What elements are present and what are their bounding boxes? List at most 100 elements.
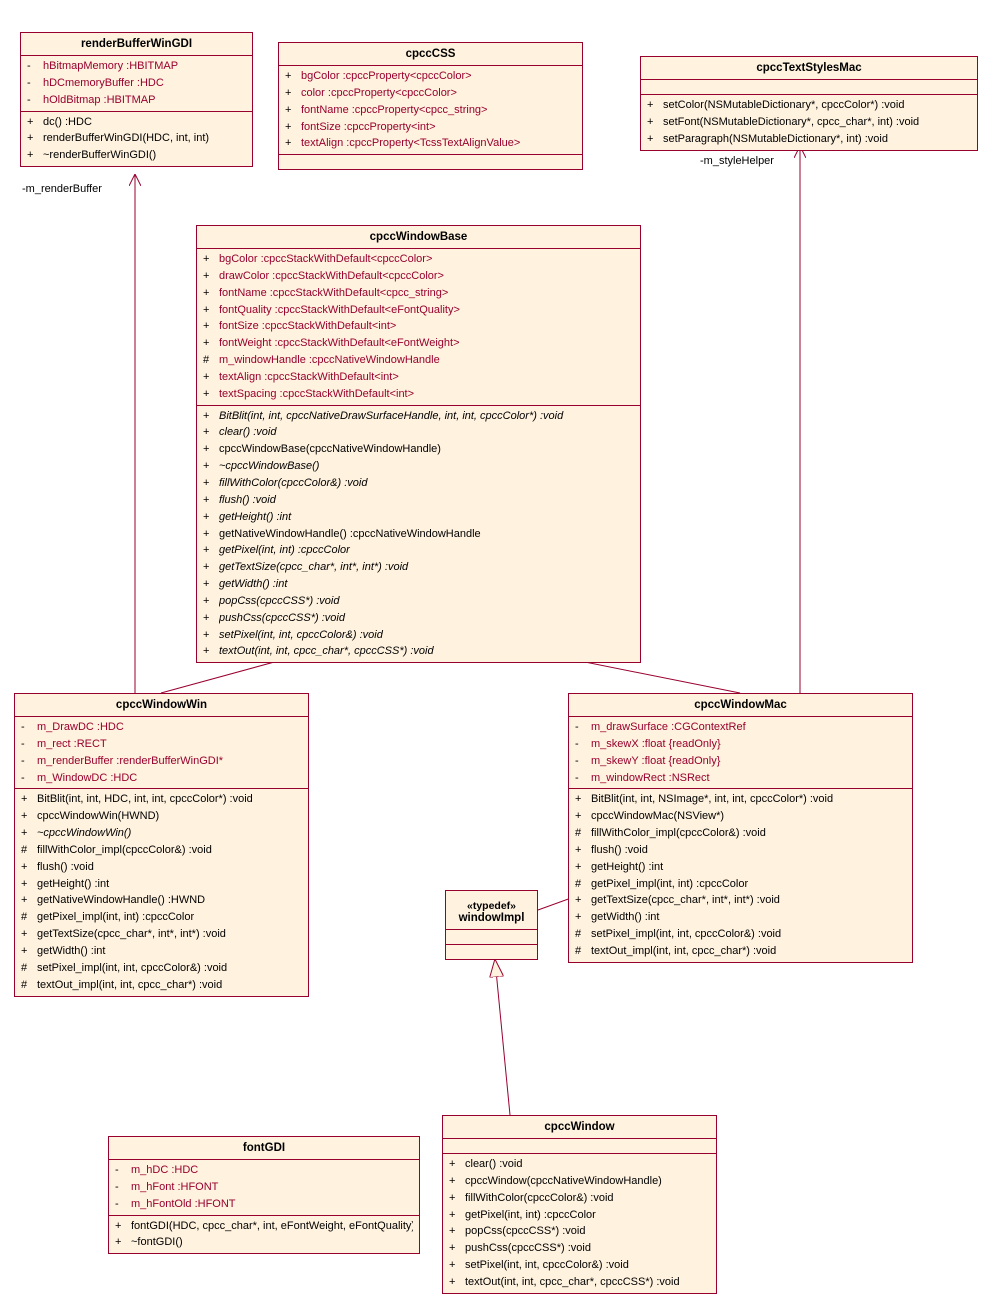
visibility: +	[449, 1191, 465, 1206]
attr-row: -m_windowRect :NSRect	[569, 770, 912, 787]
attr-section: -m_drawSurface :CGContextRef-m_skewX :fl…	[569, 717, 912, 789]
visibility: #	[21, 961, 37, 976]
signature: m_skewY :float {readOnly}	[591, 754, 906, 769]
visibility: -	[21, 754, 37, 769]
visibility: +	[575, 910, 591, 925]
signature: BitBlit(int, int, HDC, int, int, cpccCol…	[37, 792, 302, 807]
attr-row: -m_DrawDC :HDC	[15, 719, 308, 736]
signature: ~cpccWindowWin()	[37, 826, 302, 841]
signature: m_WindowDC :HDC	[37, 771, 302, 786]
signature: fontName :cpccProperty<cpcc_string>	[301, 103, 576, 118]
op-row: +pushCss(cpccCSS*) :void	[443, 1240, 716, 1257]
op-row: +getHeight() :int	[569, 859, 912, 876]
class-name: windowImpl	[450, 912, 533, 924]
attr-row: +fontName :cpccStackWithDefault<cpcc_str…	[197, 285, 640, 302]
visibility: -	[27, 76, 43, 91]
op-row: +getWidth() :int	[569, 909, 912, 926]
signature: m_renderBuffer :renderBufferWinGDI*	[37, 754, 302, 769]
attr-section: +bgColor :cpccProperty<cpccColor>+color …	[279, 66, 582, 155]
signature: getNativeWindowHandle() :cpccNativeWindo…	[219, 527, 634, 542]
class-title: fontGDI	[109, 1137, 419, 1160]
visibility: -	[575, 737, 591, 752]
signature: fillWithColor_impl(cpccColor&) :void	[591, 826, 906, 841]
signature: cpccWindowBase(cpccNativeWindowHandle)	[219, 442, 634, 457]
visibility: +	[115, 1235, 131, 1250]
attr-row: +fontSize :cpccProperty<int>	[279, 119, 582, 136]
signature: m_windowHandle :cpccNativeWindowHandle	[219, 353, 634, 368]
signature: getPixel_impl(int, int) :cpccColor	[37, 910, 302, 925]
visibility: +	[203, 303, 219, 318]
signature: fontSize :cpccStackWithDefault<int>	[219, 319, 634, 334]
visibility: +	[203, 442, 219, 457]
op-section: +clear() :void+cpccWindow(cpccNativeWind…	[443, 1154, 716, 1293]
attr-row: #m_windowHandle :cpccNativeWindowHandle	[197, 352, 640, 369]
op-row: +fillWithColor(cpccColor&) :void	[443, 1190, 716, 1207]
signature: getPixel_impl(int, int) :cpccColor	[591, 877, 906, 892]
signature: getHeight() :int	[37, 877, 302, 892]
op-row: +dc() :HDC	[21, 114, 252, 131]
signature: setPixel_impl(int, int, cpccColor&) :voi…	[37, 961, 302, 976]
visibility: -	[21, 737, 37, 752]
op-row: #setPixel_impl(int, int, cpccColor&) :vo…	[15, 960, 308, 977]
signature: getWidth() :int	[37, 944, 302, 959]
signature: flush() :void	[37, 860, 302, 875]
op-row: #textOut_impl(int, int, cpcc_char*) :voi…	[15, 977, 308, 994]
signature: hBitmapMemory :HBITMAP	[43, 59, 246, 74]
class-cpccWindowBase: cpccWindowBase+bgColor :cpccStackWithDef…	[196, 225, 641, 663]
visibility: +	[285, 69, 301, 84]
signature: getNativeWindowHandle() :HWND	[37, 893, 302, 908]
signature: getTextSize(cpcc_char*, int*, int*) :voi…	[219, 560, 634, 575]
class-title: «typedef»windowImpl	[446, 891, 537, 930]
op-section: +BitBlit(int, int, NSImage*, int, int, c…	[569, 789, 912, 961]
class-name: fontGDI	[113, 1142, 415, 1154]
visibility: +	[203, 319, 219, 334]
visibility: #	[21, 843, 37, 858]
signature: getTextSize(cpcc_char*, int*, int*) :voi…	[37, 927, 302, 942]
attr-row: +textAlign :cpccStackWithDefault<int>	[197, 369, 640, 386]
op-row: +flush() :void	[197, 492, 640, 509]
signature: getWidth() :int	[591, 910, 906, 925]
class-fontGDI: fontGDI-m_hDC :HDC-m_hFont :HFONT-m_hFon…	[108, 1136, 420, 1254]
visibility: +	[115, 1219, 131, 1234]
visibility: +	[647, 132, 663, 147]
signature: textOut(int, int, cpcc_char*, cpccCSS*) …	[465, 1275, 710, 1290]
visibility: +	[285, 136, 301, 151]
op-row: +getPixel(int, int) :cpccColor	[443, 1207, 716, 1224]
op-row: +getWidth() :int	[15, 943, 308, 960]
visibility: +	[203, 409, 219, 424]
op-row: #fillWithColor_impl(cpccColor&) :void	[569, 825, 912, 842]
op-row: +cpccWindowMac(NSView*)	[569, 808, 912, 825]
attr-section: +bgColor :cpccStackWithDefault<cpccColor…	[197, 249, 640, 406]
signature: hOldBitmap :HBITMAP	[43, 93, 246, 108]
visibility: +	[203, 493, 219, 508]
signature: m_DrawDC :HDC	[37, 720, 302, 735]
attr-section: -m_DrawDC :HDC-m_rect :RECT-m_renderBuff…	[15, 717, 308, 789]
visibility: +	[647, 98, 663, 113]
op-row: +renderBufferWinGDI(HDC, int, int)	[21, 130, 252, 147]
visibility: +	[203, 336, 219, 351]
signature: pushCss(cpccCSS*) :void	[219, 611, 634, 626]
visibility: +	[21, 893, 37, 908]
class-title: cpccWindowWin	[15, 694, 308, 717]
visibility: +	[449, 1157, 465, 1172]
op-row: +popCss(cpccCSS*) :void	[197, 593, 640, 610]
visibility: -	[575, 720, 591, 735]
op-section: + BitBlit(int, int, HDC, int, int, cpccCo…	[15, 789, 308, 995]
op-row: #getPixel_impl(int, int) :cpccColor	[569, 876, 912, 893]
visibility: +	[449, 1275, 465, 1290]
class-title: cpccWindowBase	[197, 226, 640, 249]
signature: ~cpccWindowBase()	[219, 459, 634, 474]
signature: fillWithColor_impl(cpccColor&) :void	[37, 843, 302, 858]
attr-row: +textAlign :cpccProperty<TcssTextAlignVa…	[279, 135, 582, 152]
op-section: +fontGDI(HDC, cpcc_char*, int, eFontWeig…	[109, 1216, 419, 1254]
signature: BitBlit(int, int, cpccNativeDrawSurfaceH…	[219, 409, 634, 424]
class-cpccWindow: cpccWindow+clear() :void+cpccWindow(cpcc…	[442, 1115, 717, 1294]
op-row: +getPixel(int, int) :cpccColor	[197, 542, 640, 559]
signature: getHeight() :int	[591, 860, 906, 875]
attr-row: -hDCmemoryBuffer :HDC	[21, 75, 252, 92]
signature: bgColor :cpccProperty<cpccColor>	[301, 69, 576, 84]
visibility: #	[575, 927, 591, 942]
signature: textAlign :cpccStackWithDefault<int>	[219, 370, 634, 385]
op-row: +clear() :void	[443, 1156, 716, 1173]
op-row: #textOut_impl(int, int, cpcc_char*) :voi…	[569, 943, 912, 960]
